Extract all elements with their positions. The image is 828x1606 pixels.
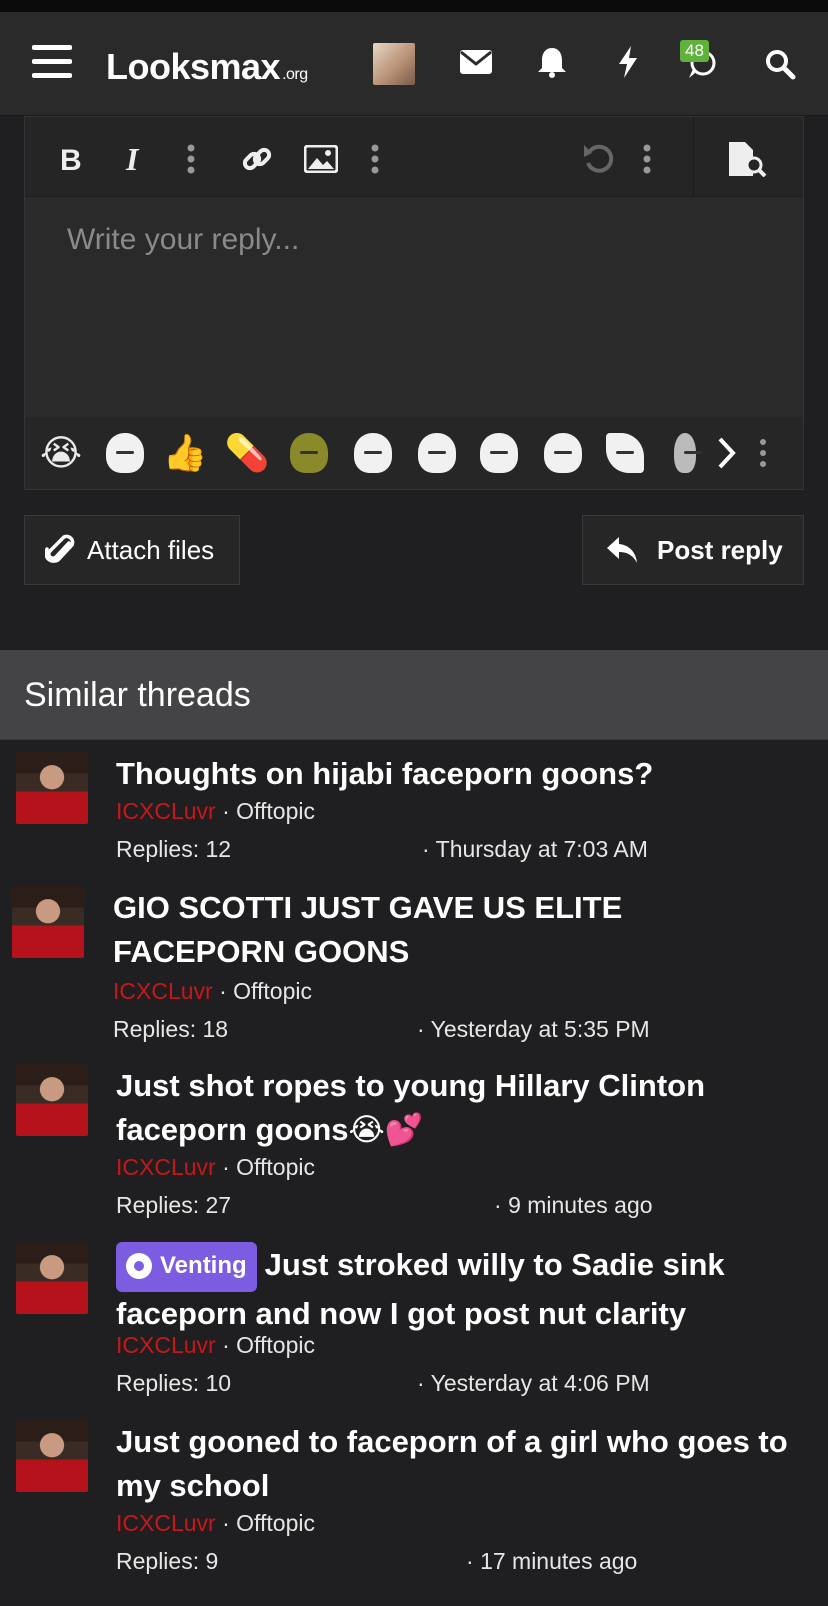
undo-icon[interactable]	[579, 139, 619, 179]
thread-title[interactable]: Just gooned to faceporn of a girl who go…	[116, 1420, 816, 1508]
search-icon[interactable]	[758, 42, 802, 86]
toolbar-divider	[693, 117, 694, 197]
thread-forum[interactable]: Offtopic	[236, 1332, 315, 1358]
thread-author[interactable]: ICXCLuvr	[116, 798, 216, 824]
similar-threads-header: Similar threads	[0, 650, 828, 740]
post-reply-button[interactable]: Post reply	[582, 515, 804, 585]
status-strip	[0, 0, 828, 12]
reply-editor: B I Write your reply... 😭 👍 💊	[24, 116, 804, 490]
thread-title[interactable]: GIO SCOTTI JUST GAVE US ELITE FACEPORN G…	[113, 886, 673, 974]
radiation-icon	[126, 1253, 152, 1279]
thread-replies: Replies: 18	[113, 1016, 229, 1042]
thread-title[interactable]: Venting Just stroked willy to Sadie sink …	[116, 1242, 816, 1336]
preview-icon[interactable]	[727, 139, 767, 179]
paperclip-icon	[45, 533, 75, 567]
thread-date: · Yesterday at 5:35 PM	[417, 1016, 650, 1042]
thread-meta: ICXCLuvr · Offtopic	[116, 1154, 315, 1180]
more-vertical-icon[interactable]	[171, 139, 211, 179]
reply-arrow-icon	[605, 535, 639, 565]
site-logo[interactable]: Looksmax .org	[106, 46, 308, 88]
top-navbar: Looksmax .org 48	[0, 12, 828, 116]
thread-author[interactable]: ICXCLuvr	[116, 1510, 216, 1536]
more-vertical-icon[interactable]	[741, 431, 785, 475]
wojak-emoji[interactable]	[541, 431, 585, 475]
thread-date: · 9 minutes ago	[494, 1192, 653, 1218]
shrek-emoji[interactable]	[287, 431, 331, 475]
bell-icon[interactable]	[530, 40, 574, 84]
thread-author[interactable]: ICXCLuvr	[116, 1332, 216, 1358]
more-vertical-icon[interactable]	[627, 139, 667, 179]
thread-forum[interactable]: Offtopic	[236, 798, 315, 824]
thread-author[interactable]: ICXCLuvr	[113, 978, 213, 1004]
thread-meta: ICXCLuvr · Offtopic	[116, 798, 315, 824]
similar-threads-title: Similar threads	[24, 676, 251, 714]
wojak-emoji[interactable]	[477, 431, 521, 475]
bolt-icon[interactable]	[606, 40, 650, 84]
thread-avatar[interactable]	[12, 886, 84, 958]
link-icon[interactable]	[237, 139, 277, 179]
thread-meta: ICXCLuvr · Offtopic	[116, 1510, 315, 1536]
thread-replies: Replies: 27	[116, 1192, 232, 1218]
thread-avatar[interactable]	[16, 1242, 88, 1314]
thread-avatar[interactable]	[16, 752, 88, 824]
italic-icon[interactable]: I	[115, 139, 155, 179]
mail-icon[interactable]	[454, 42, 498, 82]
thread-author[interactable]: ICXCLuvr	[116, 1154, 216, 1180]
editor-toolbar: B I	[25, 117, 803, 197]
notification-badge: 48	[680, 40, 709, 62]
thread-meta: ICXCLuvr · Offtopic	[113, 978, 312, 1004]
thread-meta: ICXCLuvr · Offtopic	[116, 1332, 315, 1358]
thread-date: · 17 minutes ago	[466, 1548, 638, 1574]
thread-replies: Replies: 9	[116, 1548, 219, 1574]
svg-text:B: B	[60, 145, 82, 173]
thumbs-up-emoji[interactable]: 👍	[163, 431, 208, 475]
thread-avatar[interactable]	[16, 1420, 88, 1492]
thread-replies: Replies: 10	[116, 1370, 232, 1396]
thread-forum[interactable]: Offtopic	[236, 1510, 315, 1536]
thread-title[interactable]: Thoughts on hijabi faceporn goons?	[116, 752, 816, 796]
thread-date: · Yesterday at 4:06 PM	[417, 1370, 650, 1396]
menu-icon[interactable]	[30, 42, 74, 82]
crying-laughing-emoji[interactable]: 😭	[39, 431, 83, 475]
thread-date: · Thursday at 7:03 AM	[422, 836, 648, 862]
wojak-emoji[interactable]	[415, 431, 459, 475]
wojak-emoji[interactable]	[603, 431, 647, 475]
wojak-emoji[interactable]	[663, 431, 707, 475]
post-reply-label: Post reply	[657, 534, 783, 565]
attach-files-button[interactable]: Attach files	[24, 515, 240, 585]
reply-input[interactable]: Write your reply...	[67, 223, 299, 257]
attach-files-label: Attach files	[87, 534, 215, 565]
wojak-emoji[interactable]	[351, 431, 395, 475]
pill-emoji[interactable]: 💊	[225, 431, 270, 475]
emoji-bar: 😭 👍 💊	[25, 417, 803, 489]
thread-replies: Replies: 12	[116, 836, 232, 862]
venting-tag[interactable]: Venting	[116, 1242, 257, 1292]
wojak-emoji[interactable]	[103, 431, 147, 475]
thread-title[interactable]: Just shot ropes to young Hillary Clinton…	[116, 1064, 736, 1152]
bold-icon[interactable]: B	[51, 139, 91, 179]
more-vertical-icon[interactable]	[355, 139, 395, 179]
avatar[interactable]	[373, 43, 415, 85]
thread-avatar[interactable]	[16, 1064, 88, 1136]
thread-forum[interactable]: Offtopic	[236, 1154, 315, 1180]
thread-forum[interactable]: Offtopic	[233, 978, 312, 1004]
image-icon[interactable]	[301, 139, 341, 179]
svg-text:I: I	[125, 145, 140, 173]
